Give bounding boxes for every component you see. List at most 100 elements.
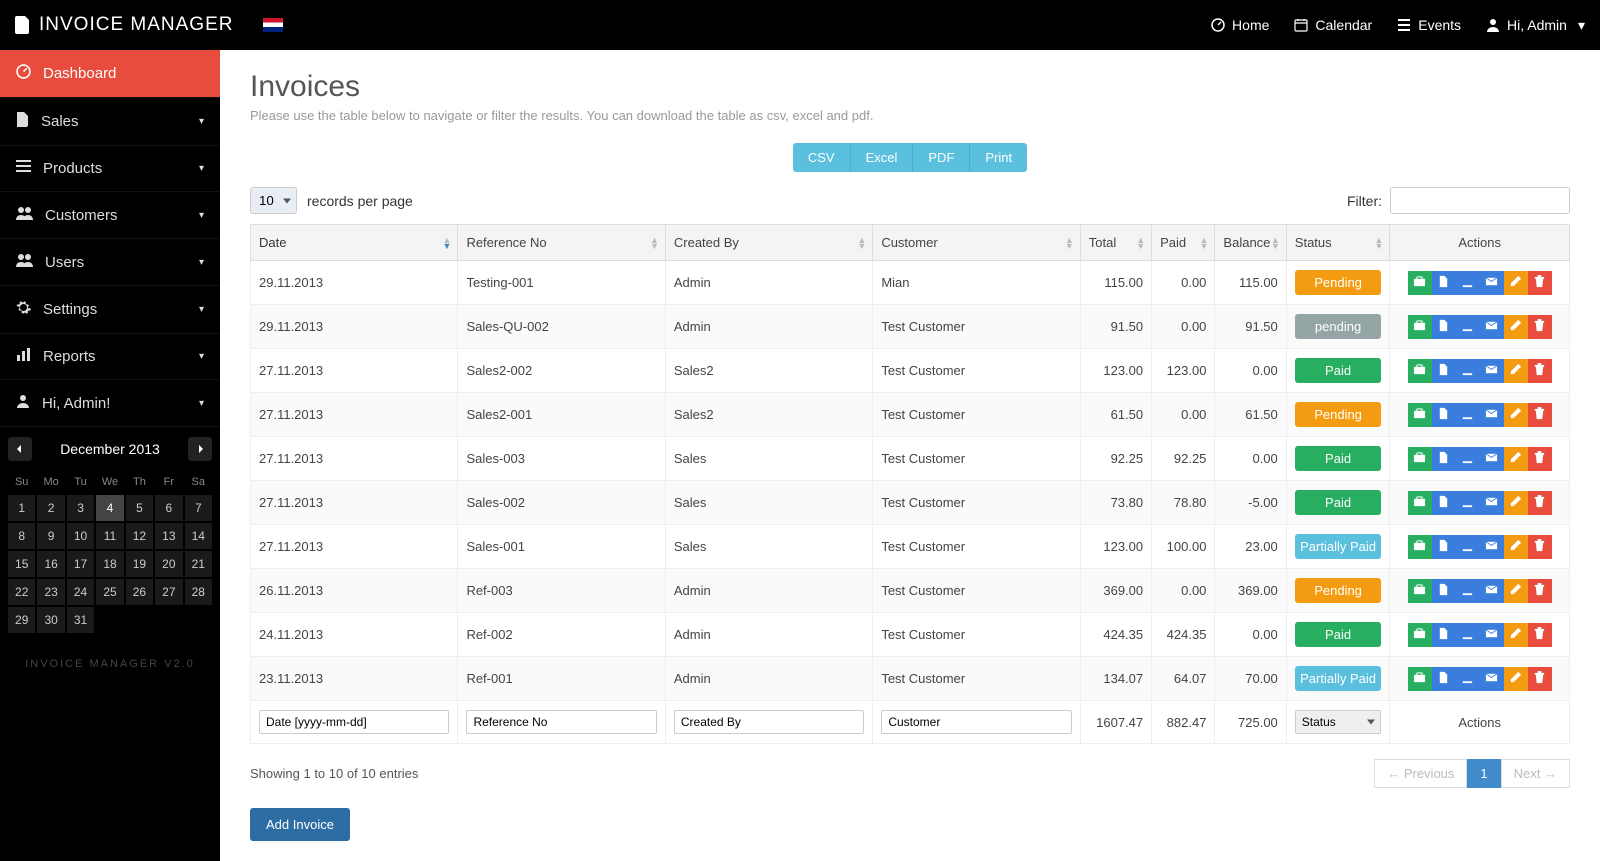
sidebar-item-reports[interactable]: Reports▾	[0, 334, 220, 380]
export-print-button[interactable]: Print	[970, 143, 1027, 172]
download-button[interactable]	[1456, 579, 1480, 603]
col-customer[interactable]: Customer▲▼	[873, 225, 1080, 261]
filter-status-select[interactable]: Status	[1295, 710, 1382, 734]
cal-day[interactable]: 23	[37, 579, 64, 605]
cal-day[interactable]: 27	[155, 579, 182, 605]
file-button[interactable]	[1432, 447, 1456, 471]
file-button[interactable]	[1432, 579, 1456, 603]
edit-button[interactable]	[1504, 359, 1528, 383]
mail-button[interactable]	[1480, 403, 1504, 427]
briefcase-button[interactable]	[1408, 579, 1432, 603]
col-ref[interactable]: Reference No▲▼	[458, 225, 665, 261]
trash-button[interactable]	[1528, 271, 1552, 295]
trash-button[interactable]	[1528, 623, 1552, 647]
briefcase-button[interactable]	[1408, 271, 1432, 295]
nav-events[interactable]: Events	[1397, 17, 1461, 33]
edit-button[interactable]	[1504, 579, 1528, 603]
cal-next-button[interactable]	[188, 437, 212, 461]
cal-day[interactable]: 4	[96, 495, 123, 521]
filter-input[interactable]	[1390, 187, 1570, 214]
sidebar-item-sales[interactable]: Sales▾	[0, 98, 220, 146]
cal-day[interactable]: 31	[67, 607, 94, 633]
cal-day[interactable]: 21	[185, 551, 212, 577]
col-created[interactable]: Created By▲▼	[665, 225, 872, 261]
export-csv-button[interactable]: CSV	[793, 143, 851, 172]
export-pdf-button[interactable]: PDF	[913, 143, 970, 172]
file-button[interactable]	[1432, 271, 1456, 295]
briefcase-button[interactable]	[1408, 315, 1432, 339]
cal-day[interactable]: 22	[8, 579, 35, 605]
filter-customer-input[interactable]	[881, 710, 1071, 734]
edit-button[interactable]	[1504, 271, 1528, 295]
mail-button[interactable]	[1480, 579, 1504, 603]
cal-day[interactable]: 26	[126, 579, 153, 605]
filter-created-input[interactable]	[674, 710, 864, 734]
download-button[interactable]	[1456, 359, 1480, 383]
mail-button[interactable]	[1480, 623, 1504, 647]
file-button[interactable]	[1432, 535, 1456, 559]
cal-day[interactable]: 24	[67, 579, 94, 605]
trash-button[interactable]	[1528, 447, 1552, 471]
filter-date-input[interactable]	[259, 710, 449, 734]
mail-button[interactable]	[1480, 271, 1504, 295]
file-button[interactable]	[1432, 359, 1456, 383]
briefcase-button[interactable]	[1408, 447, 1432, 471]
edit-button[interactable]	[1504, 667, 1528, 691]
file-button[interactable]	[1432, 315, 1456, 339]
cal-day[interactable]: 19	[126, 551, 153, 577]
briefcase-button[interactable]	[1408, 535, 1432, 559]
cal-day[interactable]: 20	[155, 551, 182, 577]
cal-day[interactable]: 16	[37, 551, 64, 577]
cal-day[interactable]: 25	[96, 579, 123, 605]
records-per-page-select[interactable]: 10	[250, 187, 297, 214]
mail-button[interactable]	[1480, 447, 1504, 471]
trash-button[interactable]	[1528, 359, 1552, 383]
briefcase-button[interactable]	[1408, 667, 1432, 691]
file-button[interactable]	[1432, 491, 1456, 515]
sidebar-item-settings[interactable]: Settings▾	[0, 286, 220, 334]
trash-button[interactable]	[1528, 579, 1552, 603]
edit-button[interactable]	[1504, 447, 1528, 471]
cal-day[interactable]: 14	[185, 523, 212, 549]
edit-button[interactable]	[1504, 491, 1528, 515]
sidebar-item-users[interactable]: Users▾	[0, 239, 220, 286]
col-balance[interactable]: Balance▲▼	[1215, 225, 1286, 261]
nav-home[interactable]: Home	[1211, 17, 1269, 33]
cal-day[interactable]: 29	[8, 607, 35, 633]
briefcase-button[interactable]	[1408, 491, 1432, 515]
col-paid[interactable]: Paid▲▼	[1152, 225, 1215, 261]
trash-button[interactable]	[1528, 667, 1552, 691]
filter-ref-input[interactable]	[466, 710, 656, 734]
trash-button[interactable]	[1528, 535, 1552, 559]
col-status[interactable]: Status▲▼	[1286, 225, 1390, 261]
cal-day[interactable]: 2	[37, 495, 64, 521]
mail-button[interactable]	[1480, 359, 1504, 383]
cal-day[interactable]: 10	[67, 523, 94, 549]
cal-day[interactable]: 28	[185, 579, 212, 605]
download-button[interactable]	[1456, 271, 1480, 295]
cal-day[interactable]: 30	[37, 607, 64, 633]
download-button[interactable]	[1456, 535, 1480, 559]
download-button[interactable]	[1456, 491, 1480, 515]
export-excel-button[interactable]: Excel	[851, 143, 914, 172]
col-total[interactable]: Total▲▼	[1080, 225, 1151, 261]
page-prev-button[interactable]: ← Previous	[1374, 759, 1467, 788]
sidebar-item-dashboard[interactable]: Dashboard	[0, 50, 220, 98]
trash-button[interactable]	[1528, 315, 1552, 339]
edit-button[interactable]	[1504, 535, 1528, 559]
file-button[interactable]	[1432, 403, 1456, 427]
brand[interactable]: INVOICE MANAGER	[15, 14, 233, 36]
page-1-button[interactable]: 1	[1467, 759, 1500, 788]
briefcase-button[interactable]	[1408, 403, 1432, 427]
cal-day[interactable]: 17	[67, 551, 94, 577]
briefcase-button[interactable]	[1408, 359, 1432, 383]
mail-button[interactable]	[1480, 315, 1504, 339]
file-button[interactable]	[1432, 667, 1456, 691]
mail-button[interactable]	[1480, 491, 1504, 515]
nav-calendar[interactable]: Calendar	[1294, 17, 1372, 33]
cal-day[interactable]: 3	[67, 495, 94, 521]
cal-day[interactable]: 18	[96, 551, 123, 577]
cal-day[interactable]: 1	[8, 495, 35, 521]
cal-day[interactable]: 6	[155, 495, 182, 521]
cal-day[interactable]: 13	[155, 523, 182, 549]
